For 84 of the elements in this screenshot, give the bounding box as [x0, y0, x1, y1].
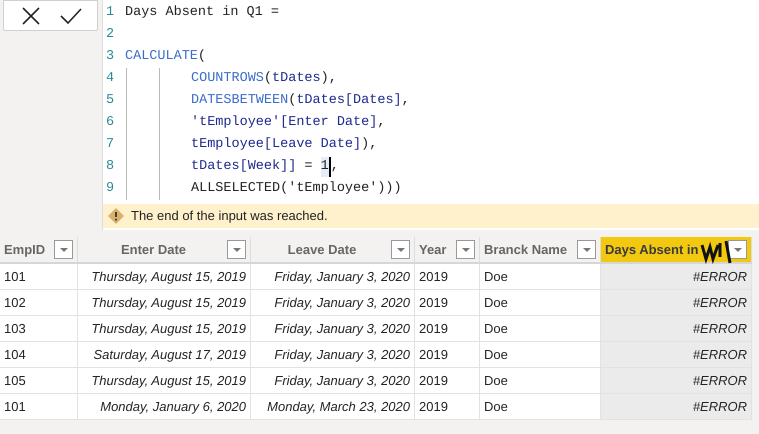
column-label: Branck Name	[484, 240, 568, 259]
table-cell: 105	[0, 368, 78, 393]
close-icon	[20, 6, 40, 26]
code-editor[interactable]: 1 Days Absent in Q1 = 2 3 CALCULATE( 4 COUNTROWS(tDates), 5 DATESBETWEEN(tDates[Dates], 6 'tEmployee'[Enter Date], 7 tEmployee[Leave Date]), 8 tDates[Week]] = 1, 9 ALLSELECTED('tEmployee')))	[103, 0, 759, 204]
column-label: Year	[419, 240, 446, 259]
table-cell: Doe	[480, 368, 601, 393]
column-label: Days Absent in	[605, 240, 698, 259]
table-cell: Thursday, August 15, 2019	[78, 264, 251, 289]
line-number: 4	[105, 70, 116, 88]
checkmark-icon	[60, 8, 82, 24]
table-cell: Friday, January 3, 2020	[251, 368, 415, 393]
code-token: ,	[330, 158, 339, 176]
caret-icon	[232, 248, 240, 252]
warning-icon	[107, 207, 125, 225]
code-token: DATESBETWEEN	[191, 92, 288, 110]
table-cell: Thursday, August 15, 2019	[78, 290, 251, 315]
line-number: 3	[105, 48, 116, 66]
code-token: ,	[377, 114, 386, 132]
line-number: 1	[105, 4, 116, 22]
code-token: 1	[320, 156, 331, 178]
code-token: (	[198, 48, 206, 66]
table-cell: Thursday, August 15, 2019	[78, 368, 251, 393]
code-token: tEmployee[Leave Date]	[191, 136, 362, 154]
table-cell: #ERROR	[601, 394, 752, 419]
line-number: 9	[105, 180, 116, 198]
table-cell: Friday, January 3, 2020	[251, 290, 415, 315]
table-cell: 2019	[415, 316, 480, 341]
code-token: tDates[Dates]	[296, 92, 402, 110]
warning-message: The end of the input was reached.	[131, 207, 328, 226]
code-token: COUNTROWS	[191, 70, 264, 88]
code-token: tDates	[272, 70, 321, 88]
code-token: ,	[402, 92, 410, 110]
line-number: 2	[105, 26, 116, 44]
table-cell: #ERROR	[601, 368, 752, 393]
filter-dropdown-button[interactable]	[728, 240, 747, 259]
code-token: (	[288, 92, 296, 110]
code-token: ALLSELECTED('tEmployee')))	[191, 180, 402, 198]
caret-icon	[462, 248, 470, 252]
table-cell: Saturday, August 17, 2019	[78, 342, 251, 367]
table-cell: 2019	[415, 264, 480, 289]
code-token: ),	[361, 136, 378, 154]
code-token: Days Absent in Q1 =	[125, 4, 279, 22]
table-cell: 103	[0, 316, 78, 341]
line-number: 7	[105, 136, 116, 154]
code-token: (	[264, 70, 272, 88]
table-cell: 102	[0, 290, 78, 315]
table-cell: Monday, January 6, 2020	[78, 394, 251, 419]
table-cell: 2019	[415, 394, 480, 419]
table-cell: Doe	[480, 394, 601, 419]
table-cell: #ERROR	[601, 342, 752, 367]
caret-icon	[734, 248, 742, 252]
code-token: =	[303, 158, 314, 176]
column-label: Leave Date	[286, 240, 358, 259]
table-cell: 104	[0, 342, 78, 367]
column-header[interactable]: Days Absent in	[601, 237, 752, 262]
table-cell: Doe	[480, 342, 601, 367]
column-label: EmpID	[4, 240, 46, 259]
table-cell: Thursday, August 15, 2019	[78, 316, 251, 341]
table-cell: 2019	[415, 342, 480, 367]
table-cell: Doe	[480, 264, 601, 289]
code-token: tDates[Week]]	[191, 158, 296, 176]
table-cell: Friday, January 3, 2020	[251, 342, 415, 367]
line-number: 8	[105, 158, 116, 176]
table-cell: Monday, March 23, 2020	[251, 394, 415, 419]
table-cell: 101	[0, 394, 78, 419]
code-token: 'tEmployee'[Enter Date]	[191, 114, 378, 132]
code-token: ),	[320, 70, 337, 88]
line-number: 6	[105, 114, 116, 132]
table-cell: 2019	[415, 290, 480, 315]
table-cell: Doe	[480, 290, 601, 315]
table-cell: 101	[0, 264, 78, 289]
column-label: Enter Date	[120, 240, 188, 259]
table-cell: #ERROR	[601, 290, 752, 315]
code-token: CALCULATE	[125, 48, 198, 66]
table-cell: 2019	[415, 368, 480, 393]
table-cell: Friday, January 3, 2020	[251, 264, 415, 289]
table-cell: Doe	[480, 316, 601, 341]
caret-icon	[396, 248, 404, 252]
table-cell: #ERROR	[601, 316, 752, 341]
line-number: 5	[105, 92, 116, 110]
caret-icon	[60, 248, 68, 252]
table-cell: Friday, January 3, 2020	[251, 316, 415, 341]
table-cell: #ERROR	[601, 264, 752, 289]
caret-icon	[582, 248, 590, 252]
